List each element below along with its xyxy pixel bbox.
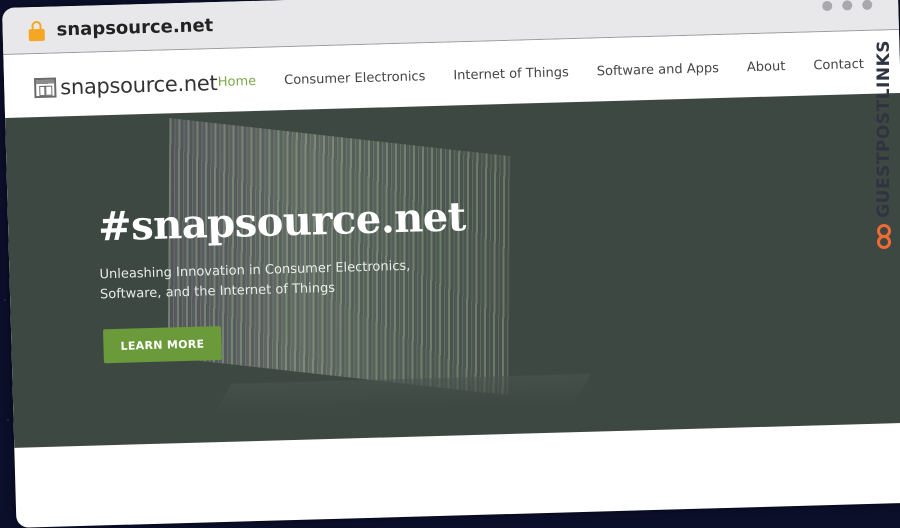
main-nav: Home Consumer Electronics Internet of Th… bbox=[218, 57, 865, 90]
nav-about[interactable]: About bbox=[747, 59, 786, 75]
learn-more-button[interactable]: LEARN MORE bbox=[103, 326, 222, 364]
website-layout-icon bbox=[33, 77, 57, 99]
window-dot-icon[interactable] bbox=[842, 0, 853, 11]
nav-contact[interactable]: Contact bbox=[813, 57, 864, 73]
chain-link-icon bbox=[875, 223, 893, 250]
nav-home[interactable]: Home bbox=[218, 74, 257, 90]
window-controls bbox=[822, 0, 873, 12]
site-logo[interactable]: snapsource.net bbox=[33, 71, 218, 100]
nav-software-and-apps[interactable]: Software and Apps bbox=[597, 61, 720, 79]
nav-internet-of-things[interactable]: Internet of Things bbox=[453, 65, 569, 83]
guestpostlinks-watermark: GUESTPOSTLINKS bbox=[872, 40, 896, 270]
watermark-text: GUESTPOSTLINKS bbox=[874, 40, 894, 218]
hero-laptop-base bbox=[214, 373, 592, 415]
lock-icon bbox=[28, 20, 45, 42]
logo-text: snapsource.net bbox=[59, 71, 218, 100]
nav-consumer-electronics[interactable]: Consumer Electronics bbox=[284, 69, 426, 88]
hero-section: #snapsource.net Unleashing Innovation in… bbox=[5, 92, 900, 448]
window-dot-icon[interactable] bbox=[822, 0, 833, 12]
window-dot-icon[interactable] bbox=[862, 0, 873, 10]
address-bar-url[interactable]: snapsource.net bbox=[56, 15, 213, 40]
browser-window: snapsource.net snapsource.net Home Consu… bbox=[2, 0, 900, 528]
